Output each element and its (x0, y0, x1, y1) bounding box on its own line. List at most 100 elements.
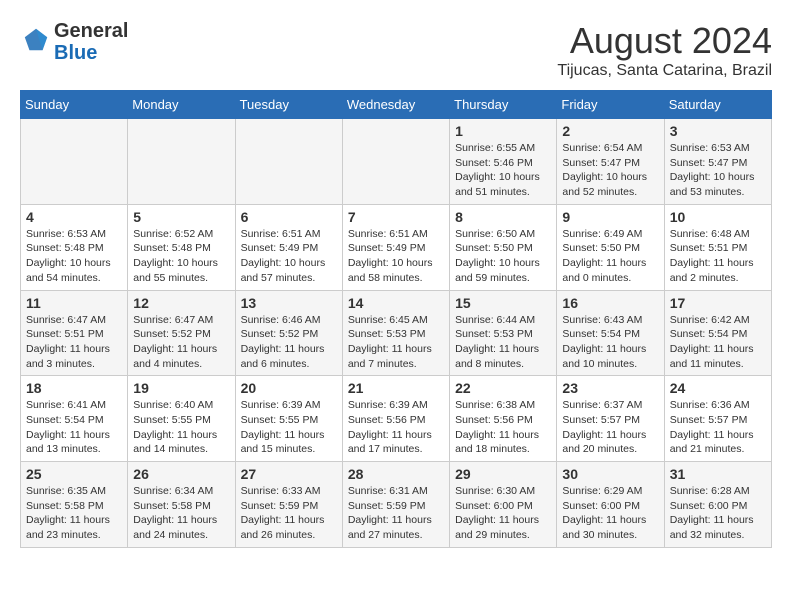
day-info: Sunrise: 6:36 AM Sunset: 5:57 PM Dayligh… (670, 398, 766, 457)
calendar-header-row: SundayMondayTuesdayWednesdayThursdayFrid… (21, 91, 772, 119)
calendar-cell (342, 119, 449, 205)
calendar-table: SundayMondayTuesdayWednesdayThursdayFrid… (20, 90, 772, 548)
column-header-wednesday: Wednesday (342, 91, 449, 119)
calendar-cell: 26 Sunrise: 6:34 AM Sunset: 5:58 PM Dayli… (128, 462, 235, 548)
calendar-cell: 9Sunrise: 6:49 AM Sunset: 5:50 PM Daylig… (557, 204, 664, 290)
day-number: 30 (562, 466, 658, 482)
day-number: 26 (133, 466, 229, 482)
main-title: August 2024 (557, 20, 772, 62)
calendar-cell: 28 Sunrise: 6:31 AM Sunset: 5:59 PM Dayli… (342, 462, 449, 548)
day-info: Sunrise: 6:30 AM Sunset: 6:00 PM Dayligh… (455, 484, 551, 543)
day-info: Sunrise: 6:40 AM Sunset: 5:55 PM Dayligh… (133, 398, 229, 457)
calendar-cell: 3 Sunrise: 6:53 AM Sunset: 5:47 PM Daylig… (664, 119, 771, 205)
day-number: 22 (455, 380, 551, 396)
calendar-cell: 10 Sunrise: 6:48 AM Sunset: 5:51 PM Dayli… (664, 204, 771, 290)
column-header-sunday: Sunday (21, 91, 128, 119)
calendar-cell: 21Sunrise: 6:39 AM Sunset: 5:56 PM Dayli… (342, 376, 449, 462)
day-info: Sunrise: 6:38 AM Sunset: 5:56 PM Dayligh… (455, 398, 551, 457)
logo-general-text: General (54, 20, 128, 42)
day-info: Sunrise: 6:51 AM Sunset: 5:49 PM Dayligh… (241, 227, 337, 286)
calendar-cell (21, 119, 128, 205)
column-header-monday: Monday (128, 91, 235, 119)
day-info: Sunrise: 6:45 AM Sunset: 5:53 PM Dayligh… (348, 313, 444, 372)
calendar-cell: 19 Sunrise: 6:40 AM Sunset: 5:55 PM Dayli… (128, 376, 235, 462)
calendar-week-row: 18 Sunrise: 6:41 AM Sunset: 5:54 PM Dayli… (21, 376, 772, 462)
day-number: 27 (241, 466, 337, 482)
day-number: 7 (348, 209, 444, 225)
column-header-tuesday: Tuesday (235, 91, 342, 119)
day-info: Sunrise: 6:35 AM Sunset: 5:58 PM Dayligh… (26, 484, 122, 543)
day-info: Sunrise: 6:37 AM Sunset: 5:57 PM Dayligh… (562, 398, 658, 457)
calendar-week-row: 1Sunrise: 6:55 AM Sunset: 5:46 PM Daylig… (21, 119, 772, 205)
day-number: 1 (455, 123, 551, 139)
day-number: 19 (133, 380, 229, 396)
day-number: 16 (562, 295, 658, 311)
day-info: Sunrise: 6:48 AM Sunset: 5:51 PM Dayligh… (670, 227, 766, 286)
column-header-saturday: Saturday (664, 91, 771, 119)
day-number: 11 (26, 295, 122, 311)
day-number: 6 (241, 209, 337, 225)
calendar-cell: 11Sunrise: 6:47 AM Sunset: 5:51 PM Dayli… (21, 290, 128, 376)
day-number: 25 (26, 466, 122, 482)
day-info: Sunrise: 6:50 AM Sunset: 5:50 PM Dayligh… (455, 227, 551, 286)
day-info: Sunrise: 6:41 AM Sunset: 5:54 PM Dayligh… (26, 398, 122, 457)
calendar-cell: 30Sunrise: 6:29 AM Sunset: 6:00 PM Dayli… (557, 462, 664, 548)
calendar-cell: 1Sunrise: 6:55 AM Sunset: 5:46 PM Daylig… (450, 119, 557, 205)
day-number: 5 (133, 209, 229, 225)
logo-icon (22, 26, 50, 54)
day-info: Sunrise: 6:28 AM Sunset: 6:00 PM Dayligh… (670, 484, 766, 543)
day-info: Sunrise: 6:42 AM Sunset: 5:54 PM Dayligh… (670, 313, 766, 372)
calendar-week-row: 4 Sunrise: 6:53 AM Sunset: 5:48 PM Daylig… (21, 204, 772, 290)
day-number: 28 (348, 466, 444, 482)
logo-blue-text: Blue (54, 42, 97, 64)
column-header-thursday: Thursday (450, 91, 557, 119)
day-number: 31 (670, 466, 766, 482)
title-block: August 2024 Tijucas, Santa Catarina, Bra… (557, 20, 772, 80)
day-number: 4 (26, 209, 122, 225)
day-number: 18 (26, 380, 122, 396)
calendar-cell: 29 Sunrise: 6:30 AM Sunset: 6:00 PM Dayli… (450, 462, 557, 548)
day-info: Sunrise: 6:39 AM Sunset: 5:55 PM Dayligh… (241, 398, 337, 457)
calendar-cell: 23Sunrise: 6:37 AM Sunset: 5:57 PM Dayli… (557, 376, 664, 462)
day-info: Sunrise: 6:34 AM Sunset: 5:58 PM Dayligh… (133, 484, 229, 543)
day-info: Sunrise: 6:43 AM Sunset: 5:54 PM Dayligh… (562, 313, 658, 372)
calendar-cell: 13Sunrise: 6:46 AM Sunset: 5:52 PM Dayli… (235, 290, 342, 376)
day-info: Sunrise: 6:53 AM Sunset: 5:47 PM Dayligh… (670, 141, 766, 200)
calendar-cell: 27 Sunrise: 6:33 AM Sunset: 5:59 PM Dayli… (235, 462, 342, 548)
day-info: Sunrise: 6:52 AM Sunset: 5:48 PM Dayligh… (133, 227, 229, 286)
day-info: Sunrise: 6:54 AM Sunset: 5:47 PM Dayligh… (562, 141, 658, 200)
day-number: 12 (133, 295, 229, 311)
calendar-cell: 17 Sunrise: 6:42 AM Sunset: 5:54 PM Dayli… (664, 290, 771, 376)
day-info: Sunrise: 6:53 AM Sunset: 5:48 PM Dayligh… (26, 227, 122, 286)
calendar-cell: 22 Sunrise: 6:38 AM Sunset: 5:56 PM Dayli… (450, 376, 557, 462)
page-header: General Blue August 2024 Tijucas, Santa … (20, 20, 772, 80)
day-number: 2 (562, 123, 658, 139)
day-info: Sunrise: 6:44 AM Sunset: 5:53 PM Dayligh… (455, 313, 551, 372)
day-info: Sunrise: 6:46 AM Sunset: 5:52 PM Dayligh… (241, 313, 337, 372)
calendar-cell: 25 Sunrise: 6:35 AM Sunset: 5:58 PM Dayli… (21, 462, 128, 548)
calendar-week-row: 11Sunrise: 6:47 AM Sunset: 5:51 PM Dayli… (21, 290, 772, 376)
day-number: 21 (348, 380, 444, 396)
logo: General Blue (20, 20, 128, 64)
day-number: 17 (670, 295, 766, 311)
day-number: 14 (348, 295, 444, 311)
day-number: 3 (670, 123, 766, 139)
column-header-friday: Friday (557, 91, 664, 119)
day-info: Sunrise: 6:51 AM Sunset: 5:49 PM Dayligh… (348, 227, 444, 286)
calendar-cell: 5 Sunrise: 6:52 AM Sunset: 5:48 PM Daylig… (128, 204, 235, 290)
calendar-cell: 15 Sunrise: 6:44 AM Sunset: 5:53 PM Dayli… (450, 290, 557, 376)
day-number: 20 (241, 380, 337, 396)
day-number: 9 (562, 209, 658, 225)
calendar-cell: 18 Sunrise: 6:41 AM Sunset: 5:54 PM Dayli… (21, 376, 128, 462)
day-number: 10 (670, 209, 766, 225)
calendar-cell: 8Sunrise: 6:50 AM Sunset: 5:50 PM Daylig… (450, 204, 557, 290)
calendar-cell: 12 Sunrise: 6:47 AM Sunset: 5:52 PM Dayli… (128, 290, 235, 376)
day-number: 29 (455, 466, 551, 482)
subtitle: Tijucas, Santa Catarina, Brazil (557, 62, 772, 80)
day-info: Sunrise: 6:47 AM Sunset: 5:52 PM Dayligh… (133, 313, 229, 372)
calendar-cell: 16 Sunrise: 6:43 AM Sunset: 5:54 PM Dayli… (557, 290, 664, 376)
calendar-week-row: 25 Sunrise: 6:35 AM Sunset: 5:58 PM Dayli… (21, 462, 772, 548)
day-info: Sunrise: 6:33 AM Sunset: 5:59 PM Dayligh… (241, 484, 337, 543)
day-number: 15 (455, 295, 551, 311)
day-info: Sunrise: 6:31 AM Sunset: 5:59 PM Dayligh… (348, 484, 444, 543)
